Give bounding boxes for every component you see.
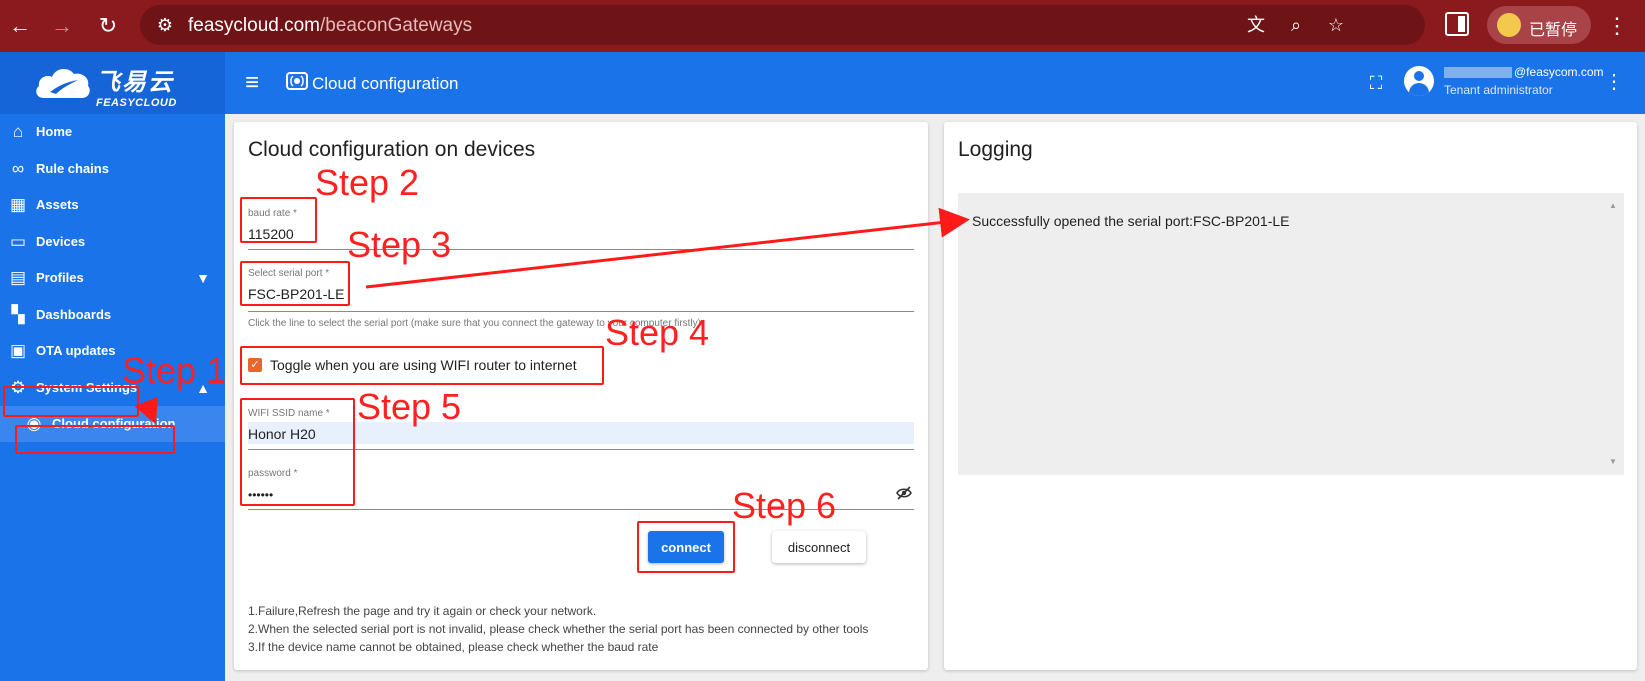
link-icon: ∞: [11, 159, 25, 178]
scroll-down-icon[interactable]: ▼: [1608, 457, 1618, 467]
browser-toolbar: ← → ↻ ⚙ feasycloud.com/beaconGateways 文 …: [0, 0, 1645, 52]
annotation-box-connect: [637, 521, 735, 573]
step-5-label: Step 5: [357, 386, 462, 427]
user-avatar[interactable]: [1404, 66, 1434, 96]
help-notes: 1.Failure,Refresh the page and try it ag…: [248, 602, 888, 656]
site-settings-icon[interactable]: ⚙: [154, 14, 176, 36]
url-text: feasycloud.com/beaconGateways: [188, 15, 473, 36]
profile-paused-button[interactable]: 已暂停: [1487, 6, 1591, 44]
config-card: Cloud configuration on devices baud rate…: [234, 122, 928, 670]
dashboard-icon: ▚: [11, 305, 25, 324]
annotation-box-system-settings: [3, 386, 139, 417]
annotation-box-serial-port: [240, 261, 350, 306]
menu-toggle-icon[interactable]: ≡: [240, 69, 264, 97]
cloud-logo-icon: [36, 68, 90, 98]
memory-icon: ▣: [9, 341, 27, 360]
log-output[interactable]: Successfully opened the serial port:FSC-…: [958, 193, 1624, 475]
home-icon: ⌂: [12, 122, 24, 141]
sidebar-item-dashboards[interactable]: ▚ Dashboards: [0, 297, 225, 333]
user-menu-icon[interactable]: ⋮: [1604, 68, 1624, 96]
reload-icon[interactable]: ↻: [92, 10, 124, 42]
logo-text-cn: 飞易云: [96, 69, 174, 96]
note-2: 2.When the selected serial port is not i…: [248, 622, 869, 636]
fullscreen-icon[interactable]: ⛶: [1365, 72, 1387, 94]
app-header: 飞易云 FEASYCLOUD ≡ Cloud configuration ⛶ @…: [0, 52, 1645, 114]
user-role: Tenant administrator: [1444, 83, 1553, 97]
forward-icon[interactable]: →: [46, 10, 78, 42]
profile-avatar-icon: [1497, 13, 1521, 37]
sidebar-item-assets[interactable]: ▦ Assets: [0, 187, 225, 223]
paused-label: 已暂停: [1529, 22, 1578, 39]
back-icon[interactable]: ←: [4, 10, 36, 42]
side-panel-icon[interactable]: [1445, 12, 1469, 36]
sidebar-item-home[interactable]: ⌂ Home: [0, 114, 225, 150]
annotation-box-wifi-credentials: [240, 398, 355, 506]
log-message: Successfully opened the serial port:FSC-…: [972, 213, 1290, 229]
translate-icon[interactable]: 文: [1244, 13, 1268, 37]
user-email: @feasycom.com: [1444, 65, 1604, 79]
step-3-label: Step 3: [347, 224, 452, 265]
note-1: 1.Failure,Refresh the page and try it ag…: [248, 604, 597, 618]
sidebar-item-profiles[interactable]: ▤ Profiles ▼: [0, 260, 225, 296]
annotation-box-wifi-toggle: [240, 346, 604, 385]
note-3: 3.If the device name cannot be obtained,…: [248, 640, 659, 654]
disconnect-button[interactable]: disconnect: [772, 531, 866, 563]
step-2-label: Step 2: [315, 162, 420, 203]
config-title: Cloud configuration on devices: [248, 138, 536, 161]
logging-title: Logging: [958, 138, 1033, 161]
step-6-label: Step 6: [732, 485, 837, 526]
logo-text-en: FEASYCLOUD: [96, 97, 177, 109]
annotation-box-cloud-configuration: [15, 425, 175, 454]
visibility-off-icon[interactable]: [896, 486, 912, 500]
sidebar-item-devices[interactable]: ▭ Devices: [0, 224, 225, 260]
router-icon: [286, 72, 308, 90]
scroll-up-icon[interactable]: ▲: [1608, 201, 1618, 211]
sidebar-item-rule-chains[interactable]: ∞ Rule chains: [0, 151, 225, 187]
browser-menu-icon[interactable]: ⋮: [1606, 10, 1628, 42]
step-1-label: Step 1: [122, 350, 227, 391]
domain-icon: ▦: [9, 195, 27, 214]
page-title: Cloud configuration: [312, 74, 459, 93]
step-4-label: Step 4: [605, 312, 710, 353]
bookmark-star-icon[interactable]: ☆: [1324, 13, 1348, 37]
email-redaction: [1444, 67, 1512, 79]
devices-icon: ▭: [9, 232, 27, 251]
annotation-box-baud-rate: [240, 197, 317, 243]
address-bar[interactable]: ⚙ feasycloud.com/beaconGateways 文 ⌕ ☆: [140, 5, 1425, 45]
chevron-down-icon: ▼: [196, 270, 210, 286]
logo[interactable]: 飞易云 FEASYCLOUD: [0, 52, 225, 114]
badge-icon: ▤: [9, 268, 27, 287]
zoom-icon[interactable]: ⌕: [1284, 13, 1308, 37]
